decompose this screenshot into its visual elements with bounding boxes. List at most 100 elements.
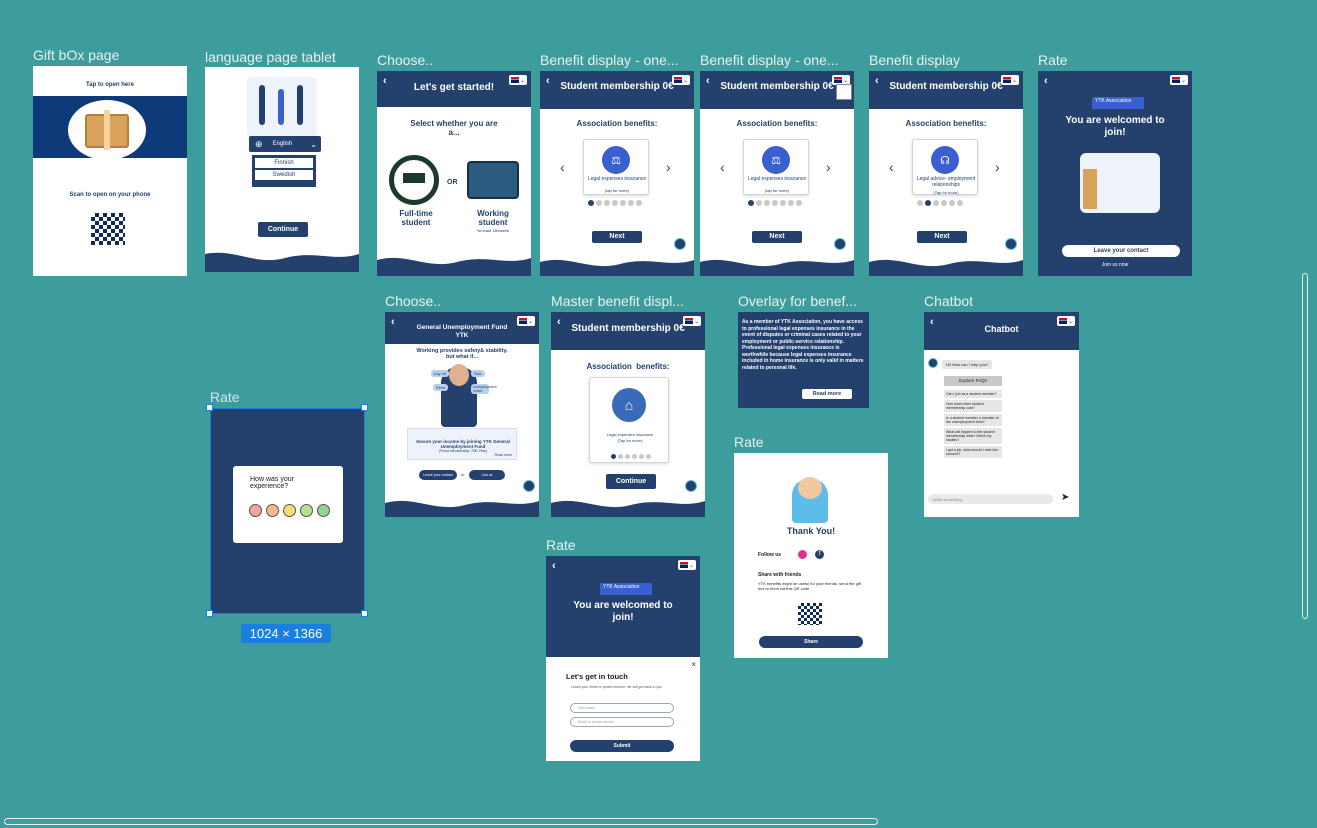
frame-label-choose-2[interactable]: Choose.. — [385, 293, 441, 309]
frame-label-rate-3[interactable]: Rate — [734, 434, 764, 450]
frame-rate-contact[interactable]: ‹ ⌄ YTK Association You are welcomed to … — [546, 556, 700, 761]
frame-label-rate-2[interactable]: Rate — [210, 389, 240, 405]
info-box[interactable]: Secure your income by joining YTK Genera… — [407, 428, 517, 460]
back-arrow-icon[interactable]: ‹ — [557, 316, 561, 328]
next-arrow-icon[interactable]: › — [995, 159, 1000, 175]
flag-uk-icon[interactable]: ⌄ — [517, 316, 535, 326]
prev-arrow-icon[interactable]: ‹ — [560, 159, 565, 175]
name-input[interactable]: Your name — [570, 703, 674, 713]
frame-choose[interactable]: Let's get started! ‹ ⌄ Select whether yo… — [377, 71, 531, 276]
close-icon[interactable]: × — [691, 660, 696, 669]
frame-label-gift[interactable]: Gift bOx page — [33, 47, 119, 63]
face-very-sad-icon[interactable] — [249, 504, 262, 517]
frame-language-page[interactable]: ⊕ English ⌄ Finnish Swedish Continue — [205, 67, 359, 272]
horizontal-scrollbar[interactable] — [4, 818, 878, 825]
frame-label-overlay[interactable]: Overlay for benef... — [738, 293, 857, 309]
face-happy-icon[interactable] — [300, 504, 313, 517]
next-button[interactable]: Next — [917, 231, 967, 243]
frame-label-master[interactable]: Master benefit displ... — [551, 293, 684, 309]
faq-item[interactable]: I got a job, what should I take into acc… — [944, 446, 1002, 458]
flag-uk-icon[interactable]: ⌄ — [1057, 316, 1075, 326]
send-icon[interactable]: ➤ — [1061, 492, 1069, 503]
language-option-finnish[interactable]: Finnish — [255, 158, 313, 168]
pagination-dots[interactable] — [588, 200, 642, 206]
benefit-card[interactable]: ☊ Legal advice- employment relationships… — [912, 139, 978, 195]
frame-overlay[interactable]: As a member of YTK Association, you have… — [738, 312, 869, 408]
faq-item[interactable]: Is a student member a member of the unem… — [944, 414, 1002, 426]
leave-contact-button[interactable]: Leave your contact — [419, 470, 457, 480]
next-arrow-icon[interactable]: › — [666, 159, 671, 175]
continue-button[interactable]: Continue — [258, 222, 308, 237]
benefit-card[interactable]: ⚖ Legal expenses insurance (tap for more… — [583, 139, 649, 195]
faq-item[interactable]: Can I join as a student member? — [944, 390, 1002, 398]
flag-uk-icon[interactable]: ⌄ — [678, 560, 696, 570]
flag-uk-icon[interactable]: ⌄ — [509, 75, 527, 85]
frame-label-benefit-2[interactable]: Benefit display - one... — [700, 52, 839, 68]
resize-handle[interactable] — [361, 404, 368, 411]
back-arrow-icon[interactable]: ‹ — [391, 316, 395, 328]
instagram-icon[interactable] — [798, 550, 807, 559]
frame-rate-1[interactable]: ‹ ⌄ YTK Association You are welcomed to … — [1038, 71, 1192, 276]
frame-gift-box-page[interactable]: Tap to open here Scan to open on your ph… — [33, 66, 187, 276]
chatbot-icon[interactable] — [685, 480, 697, 492]
frame-benefit-3[interactable]: Student membership 0€ ‹ ⌄ Association be… — [869, 71, 1023, 276]
email-input[interactable]: Email or phone number — [570, 717, 674, 727]
back-arrow-icon[interactable]: ‹ — [930, 316, 934, 328]
frame-benefit-1[interactable]: Student membership 0€ ‹ ⌄ Association be… — [540, 71, 694, 276]
prev-arrow-icon[interactable]: ‹ — [889, 159, 894, 175]
pagination-dots[interactable] — [917, 200, 963, 206]
faq-item[interactable]: What will happen to the student membersh… — [944, 428, 1002, 444]
frame-rate-thankyou[interactable]: Thank You! Follow us f Share with friend… — [734, 453, 888, 658]
join-us-button[interactable]: Join us — [469, 470, 505, 480]
resize-handle[interactable] — [206, 610, 213, 617]
resize-handle[interactable] — [206, 404, 213, 411]
language-select[interactable]: ⊕ English ⌄ — [249, 136, 321, 152]
next-button[interactable]: Next — [752, 231, 802, 243]
faq-item[interactable]: How much does student membership cost? — [944, 400, 1002, 412]
face-neutral-icon[interactable] — [283, 504, 296, 517]
facebook-icon[interactable]: f — [815, 550, 824, 559]
submit-button[interactable]: Submit — [570, 740, 674, 752]
back-arrow-icon[interactable]: ‹ — [383, 75, 387, 87]
resize-handle[interactable] — [361, 610, 368, 617]
share-button[interactable]: Share — [759, 636, 863, 648]
frame-master-benefit[interactable]: Student membership 0€ ‹ ⌄ Association be… — [551, 312, 705, 517]
frame-label-choose[interactable]: Choose.. — [377, 52, 433, 68]
frame-label-benefit-3[interactable]: Benefit display — [869, 52, 960, 68]
chatbot-icon[interactable] — [674, 238, 686, 250]
back-arrow-icon[interactable]: ‹ — [875, 75, 879, 87]
continue-button[interactable]: Continue — [606, 474, 656, 489]
frame-benefit-2[interactable]: Student membership 0€ ‹ ⌄ Association be… — [700, 71, 854, 276]
explore-faq-button[interactable]: Explore FAQs — [944, 376, 1002, 386]
face-sad-icon[interactable] — [266, 504, 279, 517]
chatbot-icon[interactable] — [834, 238, 846, 250]
chatbot-icon[interactable] — [1005, 238, 1017, 250]
next-button[interactable]: Next — [592, 231, 642, 243]
language-option-swedish[interactable]: Swedish — [255, 170, 313, 180]
frame-label-rate-1[interactable]: Rate — [1038, 52, 1068, 68]
back-arrow-icon[interactable]: ‹ — [706, 75, 710, 87]
prev-arrow-icon[interactable]: ‹ — [720, 159, 725, 175]
read-more-link[interactable]: Read more — [495, 453, 512, 457]
briefcase-icon[interactable] — [467, 161, 519, 199]
frame-label-language[interactable]: language page tablet — [205, 49, 336, 65]
frame-label-benefit-1[interactable]: Benefit display - one... — [540, 52, 679, 68]
back-arrow-icon[interactable]: ‹ — [552, 560, 556, 572]
pagination-dots[interactable] — [748, 200, 802, 206]
flag-uk-icon[interactable]: ⌄ — [1170, 75, 1188, 85]
flag-uk-icon[interactable]: ⌄ — [1001, 75, 1019, 85]
frame-chatbot[interactable]: Chatbot ‹ ⌄ Hi! How can I help you? Expl… — [924, 312, 1079, 517]
frame-rate-2[interactable]: How was your experience? — [210, 408, 365, 614]
benefit-card[interactable]: ⌂ Legal expenses insurance (Tap for more… — [589, 377, 669, 463]
face-very-happy-icon[interactable] — [317, 504, 330, 517]
join-now-link[interactable]: Join us now — [1038, 262, 1192, 268]
back-arrow-icon[interactable]: ‹ — [546, 75, 550, 87]
frame-choose-unemployment[interactable]: General Unemployment Fund YTK ‹ ⌄ Workin… — [385, 312, 539, 517]
flag-uk-icon[interactable]: ⌄ — [672, 75, 690, 85]
frame-label-rate-4[interactable]: Rate — [546, 537, 576, 553]
benefit-card[interactable]: ⚖ Legal expenses insurance (tap for more… — [743, 139, 809, 195]
chatbot-icon[interactable] — [523, 480, 535, 492]
working-label[interactable]: Working student — [467, 209, 519, 227]
back-arrow-icon[interactable]: ‹ — [1044, 75, 1048, 87]
next-arrow-icon[interactable]: › — [826, 159, 831, 175]
